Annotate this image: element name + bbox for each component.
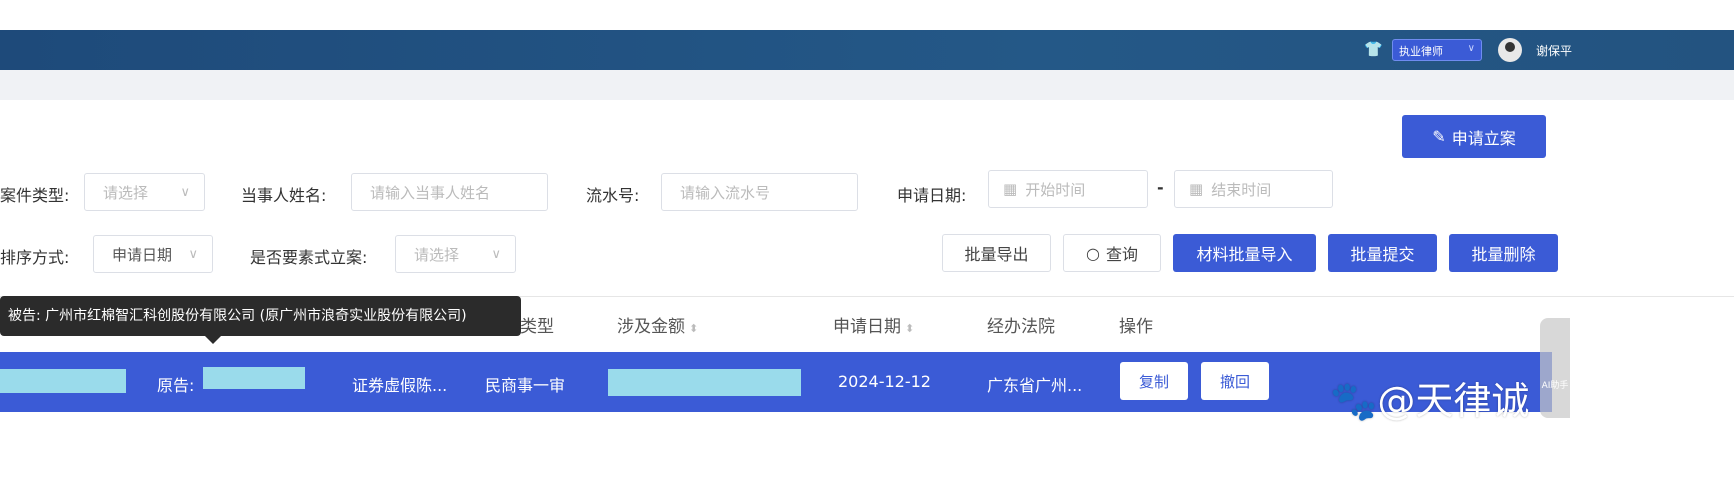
case-type-select[interactable]: 请选择 ∨ [84, 173, 205, 211]
sort-select[interactable]: 申请日期 ∨ [93, 235, 213, 273]
sort-value: 申请日期 [112, 245, 173, 264]
element-placeholder: 请选择 [414, 245, 460, 264]
sort-icon[interactable]: ⬍ [689, 322, 698, 335]
watermark: 🐾@天律诚 [1330, 370, 1529, 425]
export-label: 批量导出 [964, 245, 1029, 264]
redacted-field [0, 369, 126, 393]
watermark-text: @天律诚 [1377, 379, 1530, 423]
user-name[interactable]: 谢保平 [1536, 42, 1572, 59]
date-separator: - [1157, 178, 1164, 197]
ai-side-widget[interactable]: AI助手 [1540, 318, 1570, 418]
breadcrumb-bar [0, 70, 1734, 100]
search-icon: ○ [1086, 243, 1100, 263]
court: 广东省广州... [987, 376, 1083, 395]
import-label: 材料批量导入 [1196, 245, 1293, 264]
role-select[interactable]: 执业律师 ∨ [1392, 39, 1482, 61]
batch-export-button[interactable]: 批量导出 [942, 234, 1051, 272]
header-date[interactable]: 申请日期 ⬍ [833, 312, 914, 337]
header-date-label: 申请日期 [833, 317, 901, 337]
apply-case-label: 申请立案 [1451, 128, 1516, 148]
withdraw-button[interactable]: 撤回 [1201, 362, 1269, 400]
submit-label: 批量提交 [1350, 245, 1415, 264]
apply-case-button[interactable]: ✎ 申请立案 [1402, 115, 1546, 158]
case-type-placeholder: 请选择 [103, 183, 149, 202]
defendant-tooltip: 被告: 广州市红棉智汇科创股份有限公司 (原广州市浪奇实业股份有限公司) [0, 296, 521, 344]
skin-icon[interactable]: 👕 [1364, 40, 1383, 58]
side-widget-label: AI助手 [1541, 381, 1569, 391]
element-label: 是否要素式立案: [250, 248, 368, 267]
sort-icon[interactable]: ⬍ [905, 322, 914, 335]
calendar-icon: ▦ [1003, 180, 1018, 198]
chevron-down-icon: ∨ [491, 246, 501, 262]
end-date-input[interactable]: ▦ 结束时间 [1174, 170, 1333, 208]
party-name-input[interactable]: 请输入当事人姓名 [351, 173, 548, 211]
copy-button[interactable]: 复制 [1120, 362, 1188, 400]
header-court: 经办法院 [987, 317, 1055, 337]
baidu-paw-icon: 🐾 [1330, 379, 1378, 423]
chevron-down-icon: ∨ [1467, 43, 1475, 54]
calendar-icon: ▦ [1189, 180, 1204, 198]
batch-submit-button[interactable]: 批量提交 [1328, 234, 1437, 272]
party-name-label: 当事人姓名: [241, 186, 327, 205]
redacted-plaintiff [203, 367, 305, 389]
header-amount-label: 涉及金额 [617, 317, 685, 337]
batch-import-button[interactable]: 材料批量导入 [1173, 234, 1316, 272]
header-ops: 操作 [1119, 317, 1153, 337]
case-cause: 证券虚假陈... [352, 376, 448, 395]
element-select[interactable]: 请选择 ∨ [395, 235, 516, 273]
serial-input[interactable]: 请输入流水号 [661, 173, 858, 211]
sort-label: 排序方式: [0, 248, 70, 267]
apply-date: 2024-12-12 [838, 372, 931, 391]
case-type: 民商事一审 [485, 376, 566, 395]
case-type-label: 案件类型: [0, 186, 70, 205]
serial-placeholder: 请输入流水号 [680, 183, 771, 202]
query-label: 查询 [1105, 245, 1138, 264]
edit-icon: ✎ [1432, 127, 1446, 146]
chevron-down-icon: ∨ [188, 246, 198, 262]
start-date-input[interactable]: ▦ 开始时间 [988, 170, 1148, 208]
role-value: 执业律师 [1399, 45, 1443, 58]
query-button[interactable]: ○ 查询 [1063, 234, 1161, 272]
end-placeholder: 结束时间 [1211, 180, 1272, 199]
party-name-placeholder: 请输入当事人姓名 [370, 183, 491, 202]
serial-label: 流水号: [586, 186, 640, 205]
redacted-amount [608, 369, 801, 396]
batch-delete-button[interactable]: 批量删除 [1449, 234, 1558, 272]
avatar[interactable] [1498, 38, 1522, 62]
plaintiff-label: 原告: [157, 376, 195, 395]
apply-date-label: 申请日期: [897, 186, 967, 205]
start-placeholder: 开始时间 [1025, 180, 1086, 199]
header-amount[interactable]: 涉及金额 ⬍ [617, 312, 698, 337]
chevron-down-icon: ∨ [180, 184, 190, 200]
header-type: 类型 [520, 317, 554, 337]
delete-label: 批量删除 [1471, 245, 1536, 264]
